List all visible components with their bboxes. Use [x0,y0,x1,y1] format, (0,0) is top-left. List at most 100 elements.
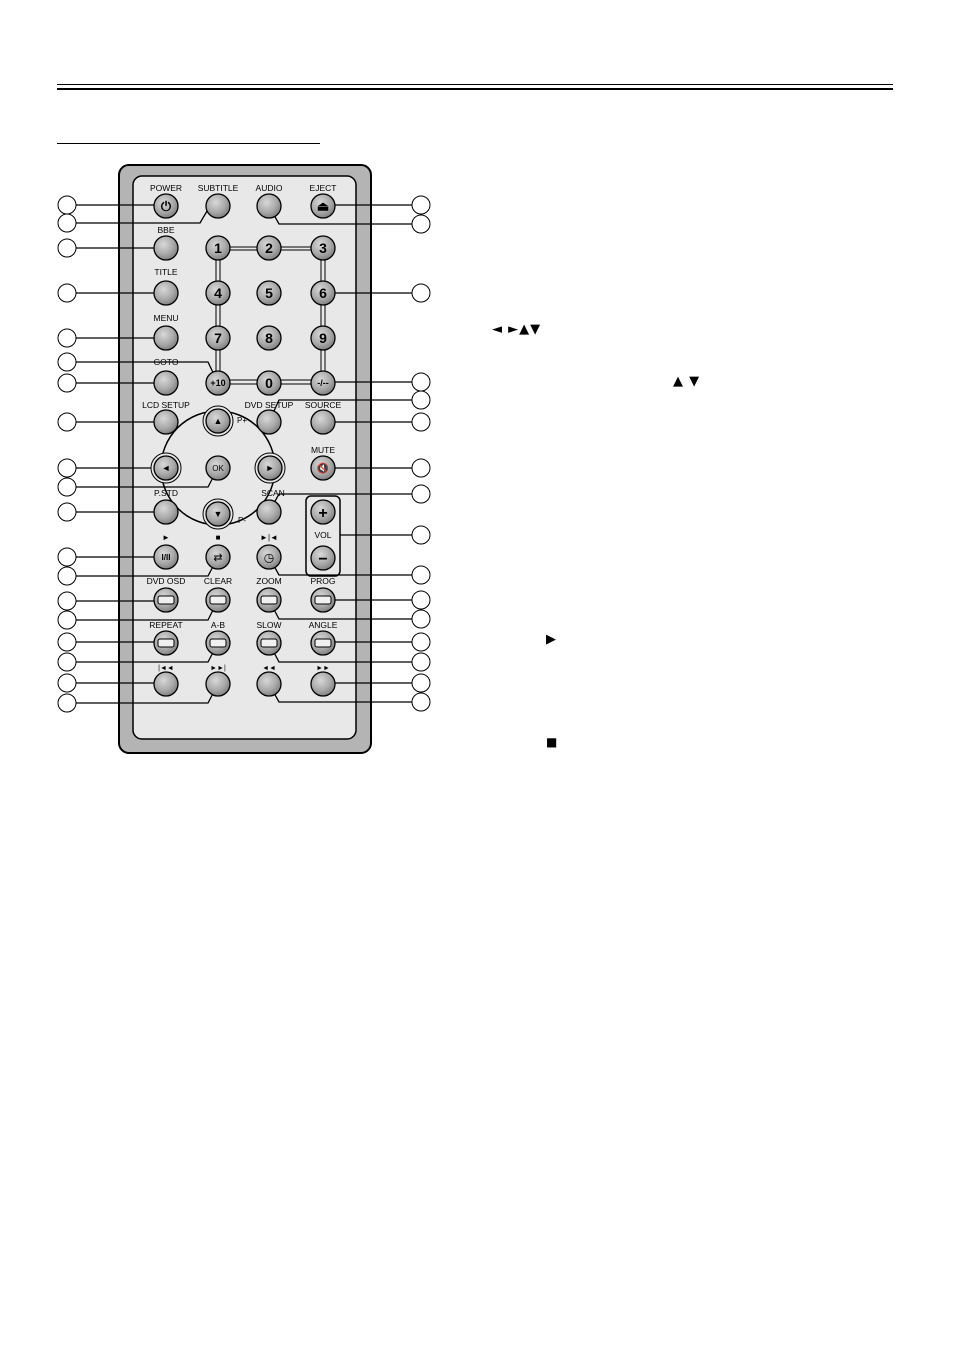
label-scan: SCAN [261,488,285,498]
audio-button[interactable] [256,193,282,219]
label-bbe: BBE [157,225,174,235]
nav-left-button-glyph: ◄ [162,463,171,473]
a-b-button-icon [209,638,227,648]
clear-button[interactable] [205,587,231,613]
power-button[interactable]: ⏻ [153,193,179,219]
pstd-button[interactable] [153,499,179,525]
numpad-10-button-glyph: +10 [210,378,225,388]
numpad-3-button[interactable]: 3 [310,235,336,261]
numpad-2-button[interactable]: 2 [256,235,282,261]
timer-button[interactable]: ◷ [256,544,282,570]
numpad-7-button[interactable]: 7 [205,325,231,351]
numpad-6-button[interactable]: 6 [310,280,336,306]
numpad-5-button-glyph: 5 [265,285,273,301]
zoom-button-icon [260,595,278,605]
label-power: POWER [150,183,182,193]
play-pause-button[interactable]: I/II [153,544,179,570]
prog-button[interactable] [310,587,336,613]
label-prog: PROG [310,576,335,586]
angle-button-icon [314,638,332,648]
angle-button[interactable] [310,630,336,656]
label-audio: AUDIO [256,183,283,193]
eject-button[interactable]: ⏏ [310,193,336,219]
label-mute: MUTE [311,445,335,455]
label-skip-1: |◄◄ [158,665,174,672]
remote-control-diagram: POWER ⏻ SUBTITLE AUDIO EJECT ⏏ BBE TITLE MENU GOT… [57,164,431,754]
dvd-osd-button[interactable] [153,587,179,613]
lcd-setup-button[interactable] [153,409,179,435]
skip-3-button[interactable] [256,671,282,697]
label-zoom: ZOOM [256,576,282,586]
numpad-4-button[interactable]: 4 [205,280,231,306]
eject-button-glyph: ⏏ [317,199,329,214]
label-a-b: A-B [211,620,226,630]
play-pause-button-glyph: I/II [162,553,171,562]
dvd-osd-button-icon [157,595,175,605]
skip-2-button[interactable] [205,671,231,697]
mute-button[interactable]: 🔇 [310,455,336,481]
label-angle: ANGLE [309,620,338,630]
label-stop-glyph: ■ [216,533,221,542]
label-eject: EJECT [310,183,337,193]
slow-button[interactable] [256,630,282,656]
a-b-button[interactable] [205,630,231,656]
menu-button[interactable] [153,325,179,351]
label-title: TITLE [154,267,177,277]
timer-button-glyph: ◷ [264,550,274,564]
numpad-1-button[interactable]: 1 [205,235,231,261]
numpad-8-button[interactable]: 8 [256,325,282,351]
updown-glyphs: ▲ ▼ [673,374,701,389]
play-glyph: ▶ [546,632,557,647]
nav-left-button[interactable]: ◄ [153,455,179,481]
label-skip-3: ◄◄ [262,665,276,672]
skip-1-button[interactable] [153,671,179,697]
vol-down-button[interactable]: − [310,545,336,571]
goto-button[interactable] [153,370,179,396]
vol-up-button-glyph: + [318,505,327,522]
bbe-button[interactable] [153,235,179,261]
nav-down-button[interactable]: ▼ [205,501,231,527]
repeat-button[interactable] [153,630,179,656]
title-button[interactable] [153,280,179,306]
numpad-11-button-glyph: 0 [265,375,273,391]
numpad-3-button-glyph: 3 [319,240,327,256]
zoom-button[interactable] [256,587,282,613]
label-p-minus: P- [238,516,246,525]
label-dvd-osd: DVD OSD [147,576,186,586]
label-dvd-setup: DVD SETUP [245,400,294,410]
skip-4-button[interactable] [310,671,336,697]
numpad-12-button[interactable]: -/-- [310,370,336,396]
numpad-4-button-glyph: 4 [214,285,222,301]
label-menu: MENU [153,313,178,323]
nav-up-button[interactable]: ▲ [205,408,231,434]
nav-right-button[interactable]: ► [257,455,283,481]
dvd-setup-button[interactable] [256,409,282,435]
arrow-keys-glyphs: ◄ ►▲▼ [492,322,542,337]
numpad-1-button-glyph: 1 [214,240,222,256]
numpad-5-button[interactable]: 5 [256,280,282,306]
label-goto: GOTO [154,357,179,367]
numpad-7-button-glyph: 7 [214,330,222,346]
nav-down-button-glyph: ▼ [214,509,223,519]
stop-glyph: ■ [546,735,559,749]
repeat-loop-button-glyph: ⇄ [213,552,222,564]
numpad-10-button[interactable]: +10 [205,370,231,396]
numpad-11-button[interactable]: 0 [256,370,282,396]
label-skip-2: ►►| [210,665,226,672]
numpad-9-button[interactable]: 9 [310,325,336,351]
power-button-glyph: ⏻ [161,199,172,214]
ok-button-glyph: OK [212,464,224,473]
ok-button[interactable]: OK [205,455,231,481]
slow-button-icon [260,638,278,648]
numpad-9-button-glyph: 9 [319,330,327,346]
clear-button-icon [209,595,227,605]
source-button[interactable] [310,409,336,435]
vol-up-button[interactable]: + [310,499,336,525]
subtitle-button[interactable] [205,193,231,219]
label-step-glyph: ►|◄ [260,533,278,542]
repeat-loop-button[interactable]: ⇄ [205,544,231,570]
label-repeat: REPEAT [149,620,182,630]
label-subtitle: SUBTITLE [198,183,239,193]
scan-button[interactable] [256,499,282,525]
label-source: SOURCE [305,400,342,410]
